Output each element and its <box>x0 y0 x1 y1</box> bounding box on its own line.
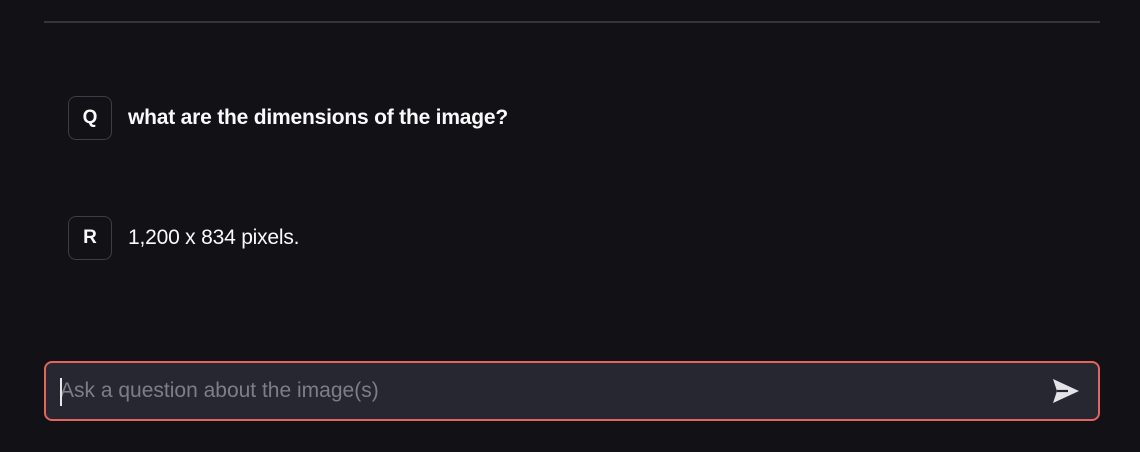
chat-message-question: Q what are the dimensions of the image? <box>68 96 508 140</box>
chat-page: Q what are the dimensions of the image? … <box>0 0 1140 452</box>
response-avatar: R <box>68 216 112 260</box>
question-text: what are the dimensions of the image? <box>128 106 509 129</box>
top-divider <box>44 21 1100 23</box>
text-caret <box>60 378 62 406</box>
send-arrow-icon <box>1053 379 1079 403</box>
chat-input[interactable] <box>46 363 1038 419</box>
question-avatar: Q <box>68 96 112 140</box>
send-button[interactable] <box>1038 363 1094 419</box>
response-text: 1,200 x 834 pixels. <box>128 226 300 249</box>
chat-message-response: R 1,200 x 834 pixels. <box>68 216 300 260</box>
chat-input-container[interactable] <box>44 361 1100 421</box>
